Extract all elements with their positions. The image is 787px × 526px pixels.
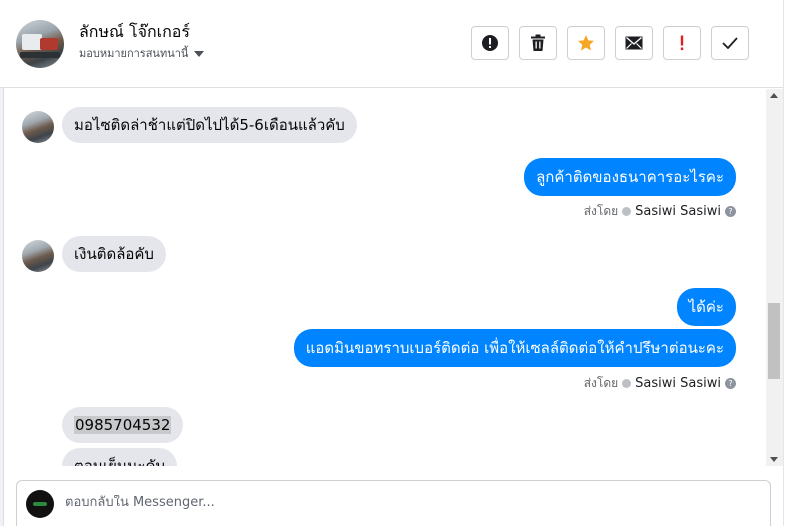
incoming-message[interactable]: เงินติดล้อคับ [62, 236, 166, 272]
assign-conversation-dropdown[interactable]: มอบหมายการสนทนานี้ [79, 44, 205, 62]
alert-circle-icon [482, 35, 498, 51]
contact-avatar-small [22, 111, 54, 143]
contact-avatar-small [22, 240, 54, 272]
sent-by-label: ส่งโดย Sasiwi Sasiwi ? [584, 374, 736, 393]
delete-button[interactable] [519, 26, 557, 60]
thread-scrollbar[interactable] [766, 89, 783, 466]
page-avatar [26, 490, 54, 518]
reply-composer[interactable] [16, 480, 771, 526]
incoming-message[interactable]: ตอนเย็นนะคับ [62, 448, 178, 466]
check-circle-icon [622, 207, 632, 216]
exclamation-icon [680, 35, 684, 51]
star-icon [578, 35, 594, 51]
check-circle-icon [622, 379, 632, 388]
scroll-down-arrow-icon[interactable] [770, 457, 778, 462]
star-button[interactable] [567, 26, 605, 60]
assign-label: มอบหมายการสนทนานี้ [79, 47, 189, 60]
incoming-message[interactable]: มอไซติดล่าช้าแต่ปิดไปได้5-6เดือนแล้วคับ [62, 107, 357, 143]
trash-icon [531, 34, 545, 51]
phone-number[interactable]: 0985704532 [74, 416, 172, 434]
right-panel-edge [783, 0, 787, 526]
outgoing-message[interactable]: แอดมินขอทราบเบอร์ติดต่อ เพื่อให้เซลล์ติด… [293, 329, 736, 367]
contact-avatar[interactable] [16, 20, 64, 68]
mark-unread-button[interactable] [615, 26, 653, 60]
reply-input[interactable] [65, 495, 665, 510]
outgoing-message[interactable]: ได้ค่ะ [676, 288, 736, 326]
conversation-header: ลักษณ์ โจ๊กเกอร์ มอบหมายการสนทนานี้ [0, 0, 787, 88]
message-thread[interactable]: มอไซติดล่าช้าแต่ปิดไปได้5-6เดือนแล้วคับ … [4, 89, 766, 466]
help-icon[interactable]: ? [725, 378, 736, 389]
caret-down-icon [194, 51, 205, 57]
sender-name[interactable]: Sasiwi Sasiwi [635, 376, 721, 391]
sent-by-prefix: ส่งโดย [583, 204, 619, 218]
sent-by-prefix: ส่งโดย [583, 376, 619, 390]
spam-button[interactable] [471, 26, 509, 60]
sender-name[interactable]: Sasiwi Sasiwi [635, 204, 721, 219]
incoming-message[interactable]: 0985704532 [62, 407, 184, 443]
follow-up-button[interactable] [663, 26, 701, 60]
outgoing-message[interactable]: ลูกค้าติดของธนาคารอะไรคะ [524, 158, 736, 196]
checkmark-icon [722, 37, 738, 49]
sent-by-label: ส่งโดย Sasiwi Sasiwi ? [584, 202, 736, 221]
help-icon[interactable]: ? [725, 206, 736, 217]
scrollbar-thumb[interactable] [768, 303, 780, 379]
mark-done-button[interactable] [711, 26, 749, 60]
envelope-icon [625, 36, 643, 50]
scroll-up-arrow-icon[interactable] [770, 93, 778, 98]
contact-name[interactable]: ลักษณ์ โจ๊กเกอร์ [79, 20, 190, 45]
